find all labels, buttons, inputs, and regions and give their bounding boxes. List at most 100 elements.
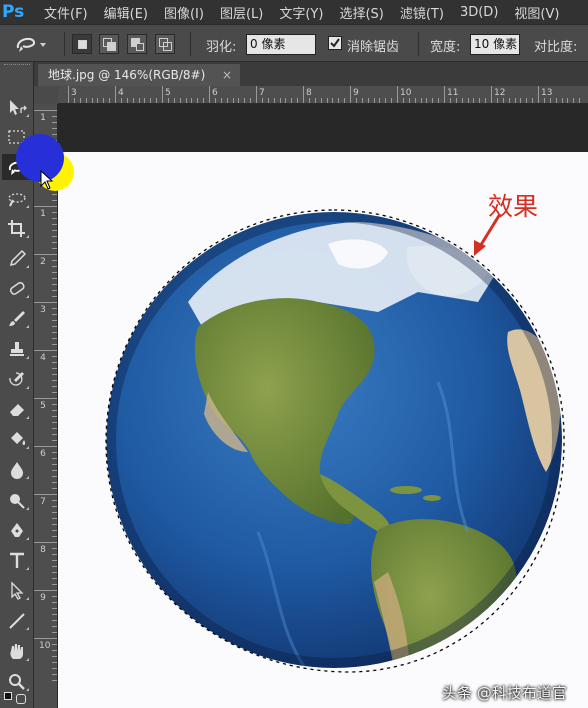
feather-input[interactable]: 0 像素 [246,34,316,55]
ruler-tick [156,98,158,103]
ruler-tick [52,602,57,603]
vertical-ruler[interactable]: 1012345678910 [34,104,58,708]
ruler-tick [338,98,340,103]
feather-label: 羽化: [206,40,237,55]
menu-filter[interactable]: 滤镜(T) [400,3,444,22]
pasteboard [58,104,588,152]
ruler-tick [34,206,57,207]
hand-tool-button[interactable] [2,638,30,664]
menu-select[interactable]: 选择(S) [339,3,383,22]
document-tab[interactable]: 地球.jpg @ 146%(RGB/8#) × [38,64,240,86]
divider [418,32,419,56]
ruler-tick [52,584,57,585]
ruler-tick [52,224,57,225]
width-input[interactable]: 10 像素 [470,34,520,55]
ruler-tick [567,98,569,103]
tool-flyout-indicator [26,295,29,299]
eyedropper-tool-button[interactable] [2,245,30,271]
ruler-tick [297,98,299,103]
ruler-tick [52,656,57,657]
dodge-tool-button[interactable] [2,487,30,513]
ruler-tick [52,386,57,387]
menu-image[interactable]: 图像(I) [164,3,204,22]
ruler-tick [52,596,57,597]
ruler-tick [52,296,57,297]
menu-layer[interactable]: 图层(L) [220,3,263,22]
ruler-origin[interactable] [34,86,58,104]
ruler-tick [52,212,57,213]
ruler-tick [34,590,57,591]
tool-flyout-indicator [26,204,29,208]
ruler-label: 8 [306,88,312,98]
ruler-tick [367,98,369,103]
ruler-tick [52,458,57,459]
ruler-tick [538,86,539,103]
ruler-tick [173,98,175,103]
tool-flyout-indicator [26,627,29,631]
menu-edit[interactable]: 编辑(E) [104,3,148,22]
ruler-tick [52,548,57,549]
ruler-tick [52,278,57,279]
brush-tool-button[interactable] [2,305,30,331]
clone-stamp-tool-button[interactable] [2,336,30,362]
antialias-checkbox[interactable] [328,36,342,50]
healing-brush-tool-button[interactable] [2,275,30,301]
ruler-label: 9 [40,593,46,603]
ruler-tick [52,620,57,621]
ruler-tick [179,98,181,103]
paint-bucket-tool-button[interactable] [2,426,30,452]
ruler-tick [52,434,57,435]
menu-view[interactable]: 视图(V) [514,3,559,22]
photoshop-logo: Ps [2,2,25,22]
ruler-tick [52,290,57,291]
menu-file[interactable]: 文件(F) [44,3,88,22]
new-selection-button[interactable] [72,34,92,54]
ruler-tick [261,98,263,103]
ruler-tick [52,614,57,615]
menu-type[interactable]: 文字(Y) [279,3,323,22]
history-brush-tool-button[interactable] [2,366,30,392]
ruler-tick [52,320,57,321]
ruler-tick [532,98,534,103]
ruler-tick [573,98,575,103]
move-tool-button[interactable] [2,94,30,120]
ruler-label: 2 [40,257,46,267]
ruler-tick [379,98,381,103]
intersect-selection-button[interactable] [155,34,175,54]
type-tool-button[interactable] [2,547,30,573]
ruler-tick [52,674,57,675]
ruler-label: 12 [494,88,506,98]
ruler-label: 10 [400,88,412,98]
ruler-tick [34,494,57,495]
ruler-tick [314,98,316,103]
ruler-tick [491,86,492,103]
ruler-tick [267,98,269,103]
contrast-label: 对比度: [534,40,578,55]
horizontal-ruler[interactable]: 3 4 5 6 7 8 9 10 11 12 13 [58,86,588,104]
quick-selection-tool-button[interactable] [2,185,30,211]
line-tool-button[interactable] [2,607,30,633]
crop-tool-button[interactable] [2,215,30,241]
color-swatches[interactable] [4,690,30,706]
ruler-tick [52,392,57,393]
subtract-from-selection-button[interactable] [127,34,147,54]
ruler-tick [52,218,57,219]
canvas[interactable] [58,152,588,708]
ruler-tick [52,338,57,339]
ruler-tick [162,86,163,103]
pen-tool-button[interactable] [2,517,30,543]
eraser-tool-button[interactable] [2,396,30,422]
ruler-label: 5 [165,88,171,98]
ruler-tick [52,242,57,243]
tool-preset-icon[interactable] [14,33,48,55]
ruler-tick [115,86,116,103]
path-selection-tool-button[interactable] [2,577,30,603]
toolbar-grip[interactable] [4,64,30,72]
blur-tool-button[interactable] [2,456,30,482]
ruler-tick [109,98,111,103]
ruler-tick [203,98,205,103]
ruler-tick [579,98,581,103]
close-icon[interactable]: × [222,64,232,86]
menu-3d[interactable]: 3D(D) [460,5,498,20]
add-to-selection-button[interactable] [99,34,119,54]
